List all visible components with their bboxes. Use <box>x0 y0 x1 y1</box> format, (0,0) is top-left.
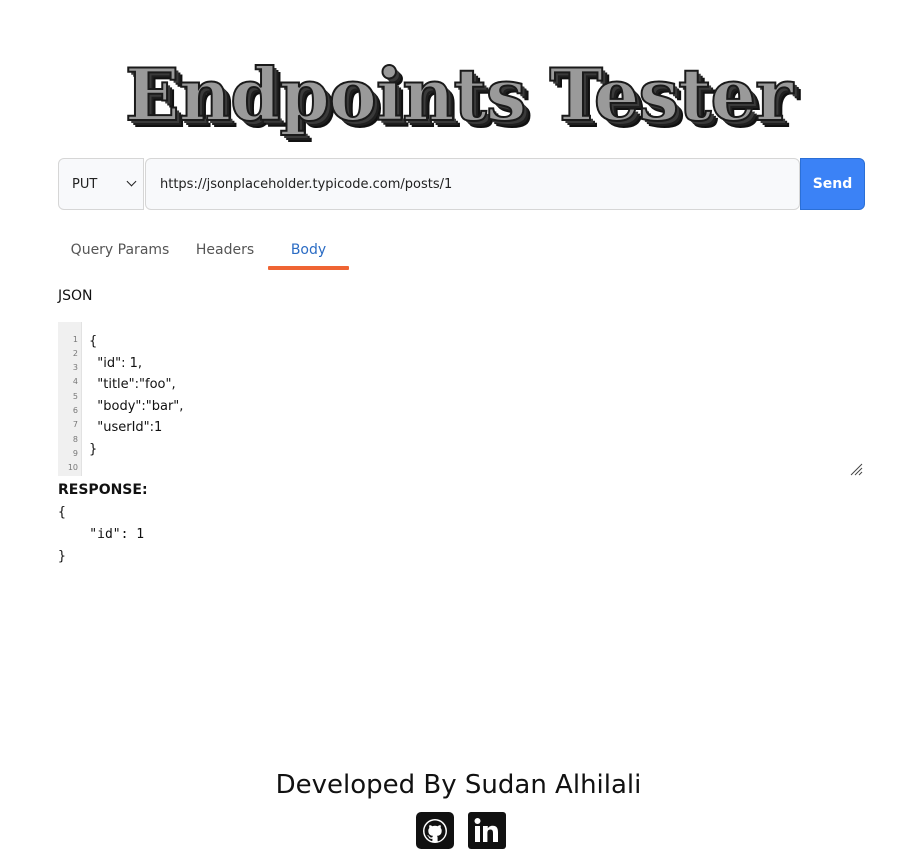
tab-headers[interactable]: Headers <box>184 232 266 270</box>
line-number: 8 <box>72 435 78 444</box>
linkedin-icon <box>468 812 506 849</box>
send-button[interactable]: Send <box>800 158 865 210</box>
line-number: 6 <box>72 406 78 415</box>
code-line: "id": 1, <box>89 356 143 371</box>
line-number-gutter: 1 2 3 4 5 6 7 8 9 10 <box>58 322 82 476</box>
code-line: "body":"bar", <box>89 399 184 414</box>
line-number: 4 <box>72 377 78 386</box>
app-title: Endpoints Tester <box>124 51 794 138</box>
active-tab-indicator <box>268 266 349 270</box>
github-icon <box>416 812 454 849</box>
line-number: 10 <box>67 463 78 472</box>
linkedin-link[interactable] <box>468 812 506 849</box>
line-number: 5 <box>72 392 78 401</box>
page: Endpoints Tester PUT Send Query Params H… <box>0 0 917 849</box>
response-body: { "id": 1 } <box>58 505 145 564</box>
json-body-editor[interactable]: 1 2 3 4 5 6 7 8 9 10 { "id": 1, "title":… <box>58 322 865 478</box>
response-label: RESPONSE: <box>58 482 148 498</box>
footer-credit: Developed By Sudan Alhilali <box>275 770 642 800</box>
line-number: 3 <box>72 363 78 372</box>
body-type-label: JSON <box>58 288 93 304</box>
request-bar: PUT Send <box>58 158 865 210</box>
line-number: 2 <box>72 349 78 358</box>
code-line: "userId":1 <box>89 420 163 435</box>
chevron-down-icon <box>126 176 137 187</box>
code-line: { <box>89 334 98 349</box>
method-value: PUT <box>72 177 98 192</box>
method-select[interactable]: PUT <box>58 158 144 210</box>
request-tabs: Query Params Headers Body <box>58 232 458 270</box>
github-link[interactable] <box>416 812 454 849</box>
line-number: 7 <box>72 420 78 429</box>
resize-handle-icon[interactable] <box>849 462 863 476</box>
line-number: 9 <box>72 449 78 458</box>
code-line: "title":"foo", <box>89 377 176 392</box>
url-input[interactable] <box>145 158 800 210</box>
code-line: } <box>89 442 98 457</box>
tab-body[interactable]: Body <box>268 232 349 270</box>
tab-query-params[interactable]: Query Params <box>58 232 182 270</box>
line-number: 1 <box>72 335 78 344</box>
